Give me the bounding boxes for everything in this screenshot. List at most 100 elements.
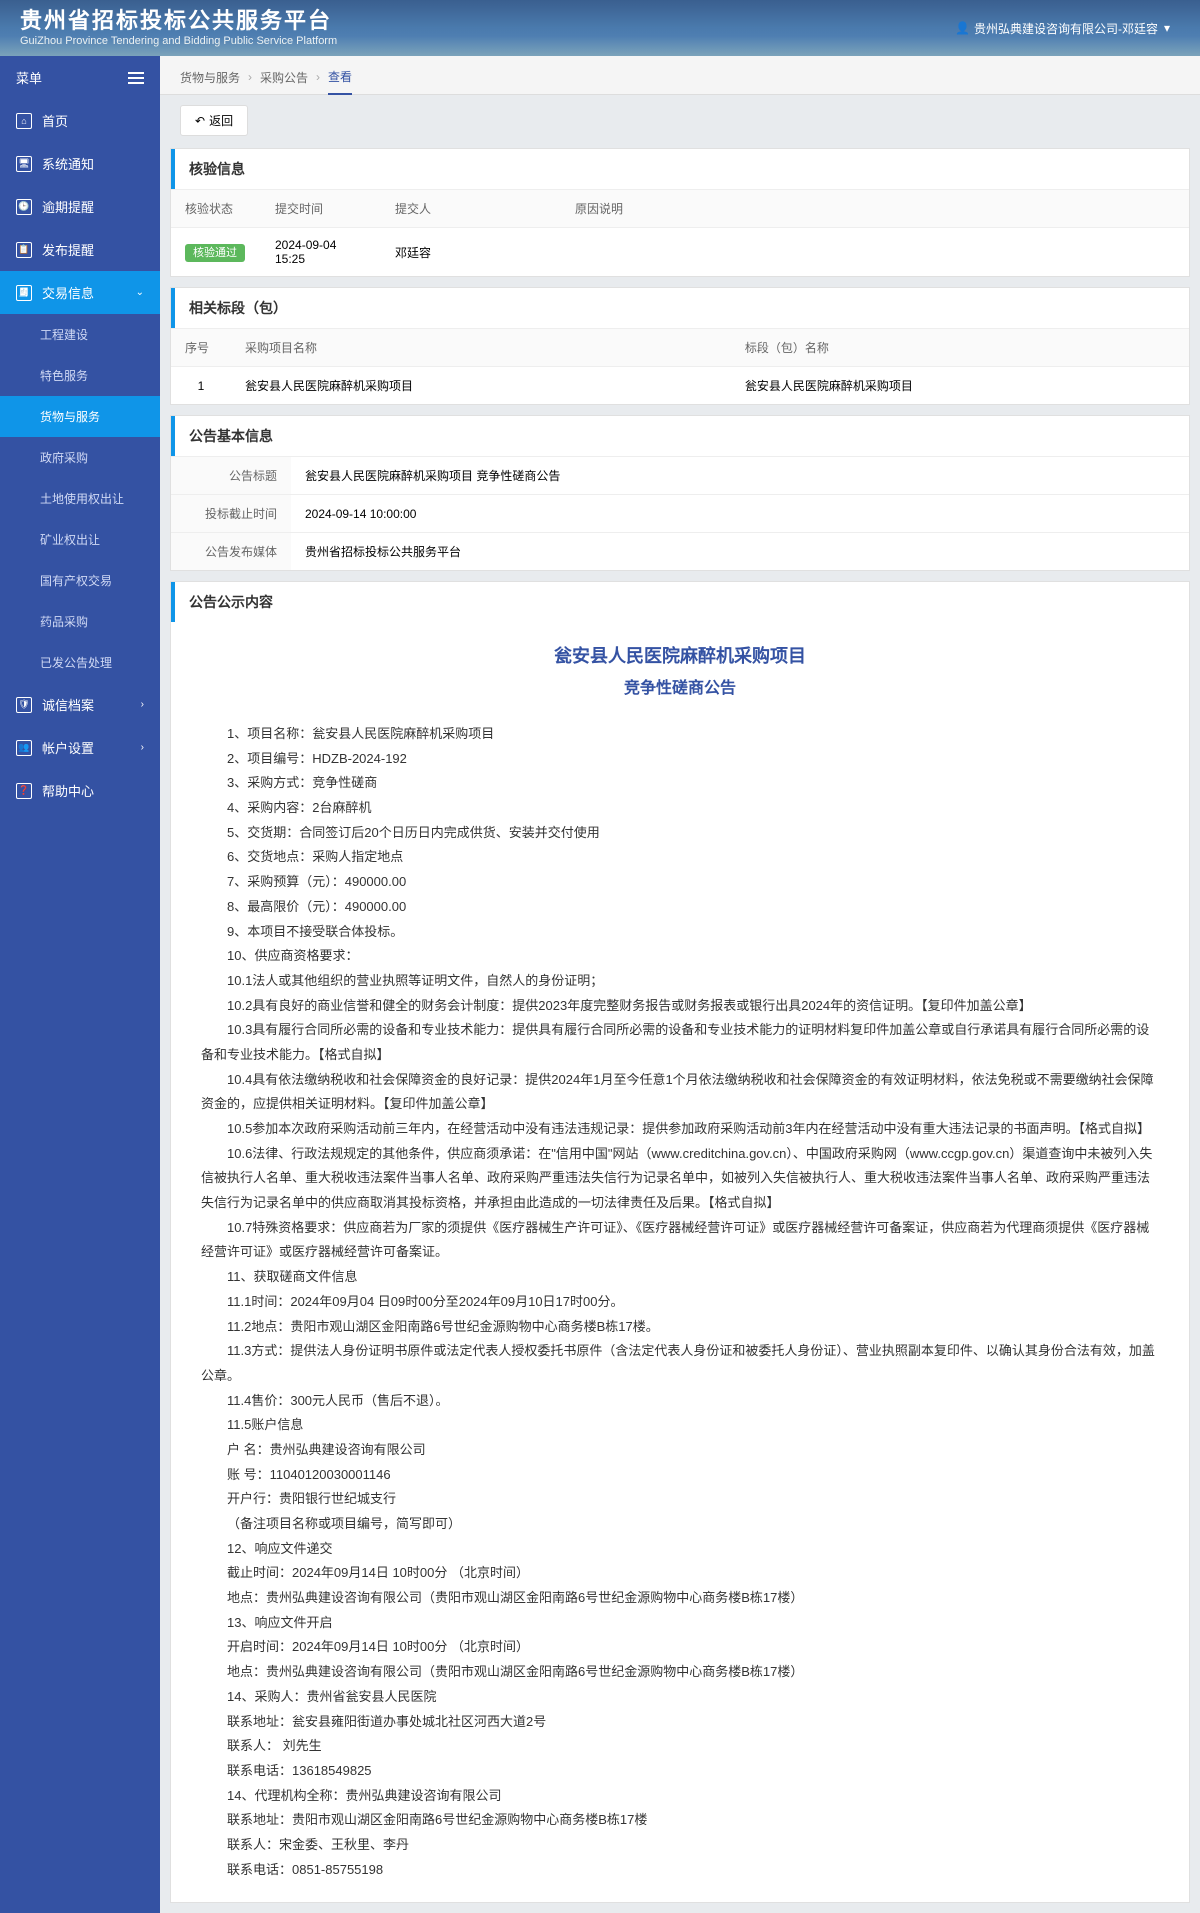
- notice-line: 5、交货期：合同签订后20个日历日内完成供货、安装并交付使用: [201, 821, 1159, 846]
- sidebar-item[interactable]: 🖥系统通知: [0, 142, 160, 185]
- notice-line: （备注项目名称或项目编号，简写即可）: [201, 1512, 1159, 1537]
- notice-line: 14、代理机构全称：贵州弘典建设咨询有限公司: [201, 1784, 1159, 1809]
- lots-table: 序号 采购项目名称 标段（包）名称 1 瓮安县人民医院麻醉机采购项目 瓮安县人民…: [171, 328, 1189, 404]
- sidebar: 菜单 ⌂首页🖥系统通知🕒逾期提醒📋发布提醒🧾交易信息⌄ 工程建设特色服务货物与服…: [0, 56, 160, 1913]
- notice-line: 9、本项目不接受联合体投标。: [201, 920, 1159, 945]
- sidebar-subitem[interactable]: 国有产权交易: [0, 560, 160, 601]
- sidebar-item[interactable]: 🕒逾期提醒: [0, 185, 160, 228]
- notice-line: 10.2具有良好的商业信誉和健全的财务会计制度：提供2023年度完整财务报告或财…: [201, 994, 1159, 1019]
- nav-icon: 🖥: [16, 156, 32, 172]
- chevron-right-icon: ›: [248, 70, 252, 84]
- notice-line: 10.6法律、行政法规规定的其他条件，供应商须承诺：在"信用中国"网站（www.…: [201, 1142, 1159, 1216]
- notice-line: 截止时间：2024年09月14日 10时00分 （北京时间）: [201, 1561, 1159, 1586]
- notice-line: 7、采购预算（元）：490000.00: [201, 870, 1159, 895]
- panel-title: 公告公示内容: [171, 582, 1189, 622]
- notice-line: 开启时间：2024年09月14日 10时00分 （北京时间）: [201, 1635, 1159, 1660]
- col-lot: 标段（包）名称: [731, 329, 1189, 367]
- breadcrumb-item[interactable]: 货物与服务: [180, 69, 240, 86]
- sidebar-item[interactable]: ⌂首页: [0, 99, 160, 142]
- sidebar-subitem[interactable]: 工程建设: [0, 314, 160, 355]
- notice-line: 开户行：贵阳银行世纪城支行: [201, 1487, 1159, 1512]
- content-area: 货物与服务 › 采购公告 › 查看 返回 核验信息 核验状态 提交时间 提交人 …: [160, 56, 1200, 1913]
- col-submit-time: 提交时间: [261, 190, 381, 228]
- verify-table: 核验状态 提交时间 提交人 原因说明 核验通过 2024-09-04 15:25…: [171, 189, 1189, 276]
- content-panel: 公告公示内容 瓮安县人民医院麻醉机采购项目 竞争性磋商公告 1、项目名称：瓮安县…: [170, 581, 1190, 1903]
- chevron-right-icon: ›: [141, 742, 144, 753]
- lots-panel: 相关标段（包） 序号 采购项目名称 标段（包）名称 1 瓮安县人民医院麻醉机采购…: [170, 287, 1190, 405]
- breadcrumb-item[interactable]: 采购公告: [260, 69, 308, 86]
- notice-line: 3、采购方式：竞争性磋商: [201, 771, 1159, 796]
- nav-icon: ❓: [16, 783, 32, 799]
- notice-line: 10.1法人或其他组织的营业执照等证明文件，自然人的身份证明；: [201, 969, 1159, 994]
- app-title: 贵州省招标投标公共服务平台: [20, 8, 337, 34]
- sidebar-subitem[interactable]: 土地使用权出让: [0, 478, 160, 519]
- notice-line: 10.5参加本次政府采购活动前三年内，在经营活动中没有违法违规记录：提供参加政府…: [201, 1117, 1159, 1142]
- notice-line: 地点：贵州弘典建设咨询有限公司（贵阳市观山湖区金阳南路6号世纪金源购物中心商务楼…: [201, 1660, 1159, 1685]
- notice-line: 联系地址：贵阳市观山湖区金阳南路6号世纪金源购物中心商务楼B栋17楼: [201, 1808, 1159, 1833]
- notice-line: 账 号：11040120030001146: [201, 1463, 1159, 1488]
- col-no: 序号: [171, 329, 231, 367]
- user-label: 贵州弘典建设咨询有限公司-邓廷容: [974, 20, 1158, 37]
- sidebar-item[interactable]: ❓帮助中心: [0, 769, 160, 812]
- notice-line: 联系地址：瓮安县雍阳街道办事处城北社区河西大道2号: [201, 1710, 1159, 1735]
- nav-icon: 🧾: [16, 285, 32, 301]
- field-label: 投标截止时间: [171, 495, 291, 533]
- nav-icon: ⌂: [16, 113, 32, 129]
- hamburger-icon[interactable]: [128, 72, 144, 84]
- col-status: 核验状态: [171, 190, 261, 228]
- notice-line: 11.2地点：贵阳市观山湖区金阳南路6号世纪金源购物中心商务楼B栋17楼。: [201, 1315, 1159, 1340]
- table-row: 核验通过 2024-09-04 15:25 邓廷容: [171, 228, 1189, 277]
- menu-label: 菜单: [16, 68, 42, 87]
- user-dropdown[interactable]: 贵州弘典建设咨询有限公司-邓廷容: [955, 20, 1170, 37]
- sidebar-subitem[interactable]: 矿业权出让: [0, 519, 160, 560]
- verify-panel: 核验信息 核验状态 提交时间 提交人 原因说明 核验通过 2024-09-04 …: [170, 148, 1190, 277]
- app-header: 贵州省招标投标公共服务平台 GuiZhou Province Tendering…: [0, 0, 1200, 56]
- notice-line: 联系电话：13618549825: [201, 1759, 1159, 1784]
- status-badge: 核验通过: [185, 244, 245, 262]
- sidebar-item[interactable]: 👥帐户设置›: [0, 726, 160, 769]
- field-value: 2024-09-14 10:00:00: [291, 495, 1189, 533]
- col-reason: 原因说明: [561, 190, 1189, 228]
- table-row: 1 瓮安县人民医院麻醉机采购项目 瓮安县人民医院麻醉机采购项目: [171, 367, 1189, 405]
- nav-icon: 📋: [16, 242, 32, 258]
- notice-line: 联系人：宋金委、王秋里、李丹: [201, 1833, 1159, 1858]
- form-row: 公告标题瓮安县人民医院麻醉机采购项目 竞争性磋商公告: [171, 457, 1189, 495]
- sidebar-subitem[interactable]: 药品采购: [0, 601, 160, 642]
- notice-line: 6、交货地点：采购人指定地点: [201, 845, 1159, 870]
- notice-line: 11.4售价：300元人民币（售后不退）。: [201, 1389, 1159, 1414]
- notice-line: 13、响应文件开启: [201, 1611, 1159, 1636]
- notice-line: 14、采购人：贵州省瓮安县人民医院: [201, 1685, 1159, 1710]
- form-row: 投标截止时间2024-09-14 10:00:00: [171, 495, 1189, 533]
- sidebar-subitem[interactable]: 已发公告处理: [0, 642, 160, 683]
- sidebar-item[interactable]: 📋发布提醒: [0, 228, 160, 271]
- sidebar-subitem[interactable]: 政府采购: [0, 437, 160, 478]
- cell-project: 瓮安县人民医院麻醉机采购项目: [231, 367, 731, 405]
- cell-reason: [561, 228, 1189, 277]
- notice-subtitle: 竞争性磋商公告: [201, 674, 1159, 698]
- notice-line: 10.7特殊资格要求：供应商若为厂家的须提供《医疗器械生产许可证》、《医疗器械经…: [201, 1216, 1159, 1265]
- sidebar-item[interactable]: 🛡诚信档案›: [0, 683, 160, 726]
- panel-title: 核验信息: [171, 149, 1189, 189]
- sidebar-item[interactable]: 🧾交易信息⌄: [0, 271, 160, 314]
- notice-line: 11.3方式：提供法人身份证明书原件或法定代表人授权委托书原件（含法定代表人身份…: [201, 1339, 1159, 1388]
- panel-title: 公告基本信息: [171, 416, 1189, 456]
- notice-line: 联系人： 刘先生: [201, 1734, 1159, 1759]
- notice-line: 联系电话：0851-85755198: [201, 1858, 1159, 1883]
- field-value: 贵州省招标投标公共服务平台: [291, 533, 1189, 571]
- form-row: 公告发布媒体贵州省招标投标公共服务平台: [171, 533, 1189, 571]
- basic-form: 公告标题瓮安县人民医院麻醉机采购项目 竞争性磋商公告投标截止时间2024-09-…: [171, 456, 1189, 570]
- col-submitter: 提交人: [381, 190, 561, 228]
- col-project: 采购项目名称: [231, 329, 731, 367]
- basic-panel: 公告基本信息 公告标题瓮安县人民医院麻醉机采购项目 竞争性磋商公告投标截止时间2…: [170, 415, 1190, 571]
- nav-icon: 🕒: [16, 199, 32, 215]
- sidebar-subitem[interactable]: 货物与服务: [0, 396, 160, 437]
- back-button[interactable]: 返回: [180, 105, 248, 136]
- field-label: 公告标题: [171, 457, 291, 495]
- nav-icon: 🛡: [16, 697, 32, 713]
- chevron-right-icon: ›: [141, 699, 144, 710]
- notice-text: 1、项目名称：瓮安县人民医院麻醉机采购项目2、项目编号：HDZB-2024-19…: [201, 722, 1159, 1882]
- notice-line: 2、项目编号：HDZB-2024-192: [201, 747, 1159, 772]
- sidebar-subitem[interactable]: 特色服务: [0, 355, 160, 396]
- breadcrumb: 货物与服务 › 采购公告 › 查看: [160, 56, 1200, 95]
- field-value: 瓮安县人民医院麻醉机采购项目 竞争性磋商公告: [291, 457, 1189, 495]
